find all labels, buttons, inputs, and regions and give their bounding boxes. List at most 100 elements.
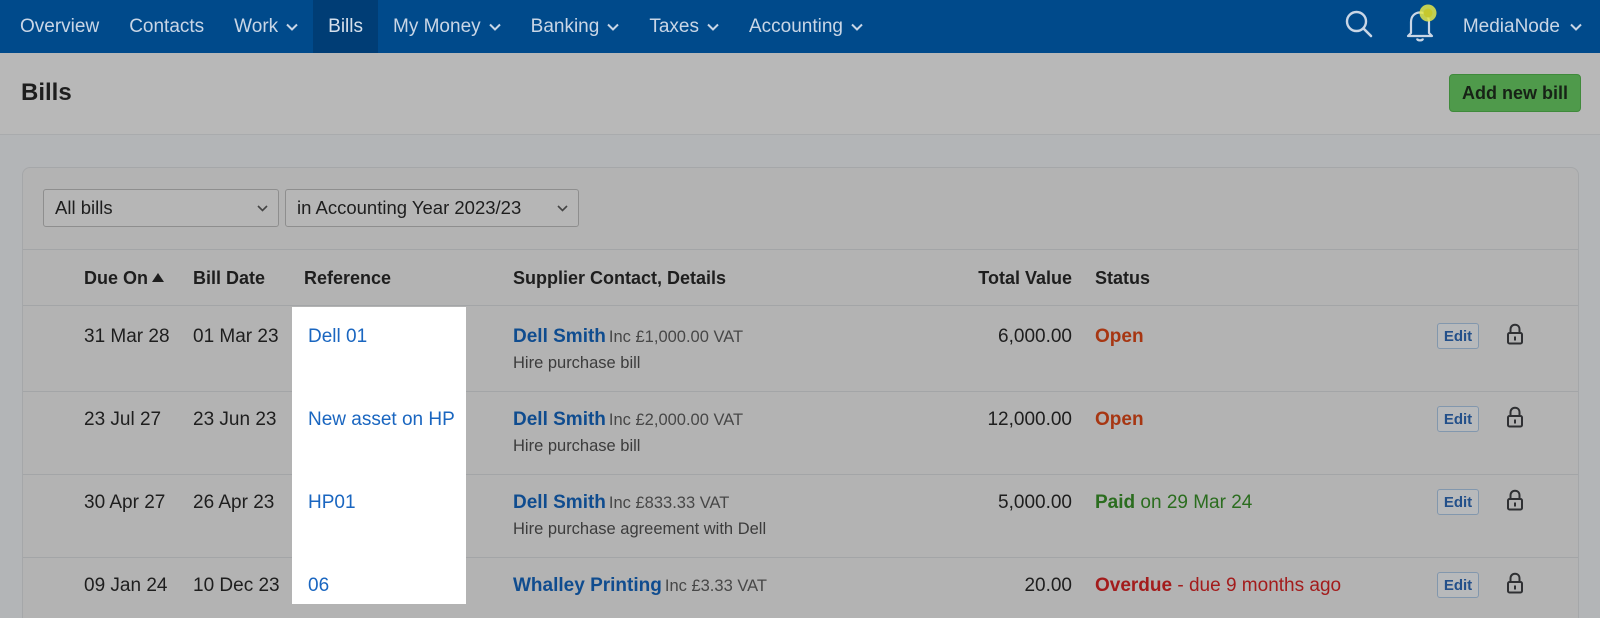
status-label: Open bbox=[1095, 326, 1144, 347]
status: Open bbox=[1095, 409, 1144, 431]
period-value: in Accounting Year 2023/23 bbox=[297, 197, 522, 218]
nav-my-money-label: My Money bbox=[393, 15, 481, 37]
table-header: Due On Bill Date Reference Supplier Cont… bbox=[23, 250, 1578, 306]
supplier: Dell Smith Inc £2,000.00 VAT bbox=[513, 409, 743, 431]
nav-accounting[interactable]: Accounting bbox=[734, 0, 878, 53]
nav-contacts[interactable]: Contacts bbox=[114, 0, 219, 53]
chevron-down-icon bbox=[707, 23, 719, 31]
notifications-button[interactable] bbox=[1401, 4, 1441, 49]
nav-work-label: Work bbox=[234, 15, 279, 37]
reference-cell: 06 bbox=[292, 556, 466, 604]
status: Paid on 29 Mar 24 bbox=[1095, 492, 1252, 514]
reference-cell: New asset on HP bbox=[292, 390, 466, 475]
period-select[interactable]: in Accounting Year 2023/23 bbox=[285, 189, 579, 227]
nav-accounting-label: Accounting bbox=[748, 15, 843, 37]
column-header-reference[interactable]: Reference bbox=[304, 268, 391, 289]
supplier: Whalley Printing Inc £3.33 VAT bbox=[513, 575, 767, 597]
status-label: Paid bbox=[1095, 492, 1136, 513]
nav-my-money[interactable]: My Money bbox=[378, 0, 516, 53]
bill-date: 23 Jun 23 bbox=[193, 409, 277, 430]
nav-taxes[interactable]: Taxes bbox=[634, 0, 734, 53]
nav-work[interactable]: Work bbox=[219, 0, 313, 53]
column-header-supplier[interactable]: Supplier Contact, Details bbox=[513, 268, 726, 289]
supplier-link[interactable]: Whalley Printing bbox=[513, 575, 662, 596]
chevron-down-icon bbox=[1570, 23, 1582, 31]
nav-overview-label: Overview bbox=[20, 15, 100, 37]
status-note: on 29 Mar 24 bbox=[1140, 492, 1253, 513]
bill-details: Hire purchase bill bbox=[513, 437, 641, 455]
reference-link[interactable]: New asset on HP bbox=[308, 409, 455, 431]
status: Open bbox=[1095, 326, 1144, 348]
lock-icon[interactable] bbox=[1506, 406, 1524, 433]
lock-icon[interactable] bbox=[1506, 489, 1524, 516]
due-on: 23 Jul 27 bbox=[84, 409, 162, 430]
lock-icon[interactable] bbox=[1506, 323, 1524, 350]
supplier-link[interactable]: Dell Smith bbox=[513, 326, 606, 347]
lock-icon[interactable] bbox=[1506, 572, 1524, 599]
edit-button[interactable]: Edit bbox=[1437, 323, 1479, 349]
table-row[interactable]: 23 Jul 27 23 Jun 23 New asset on HP Dell… bbox=[23, 390, 1578, 475]
table-row[interactable]: 09 Jan 24 10 Dec 23 06 Whalley Printing I… bbox=[23, 556, 1578, 618]
vat-amount: Inc £833.33 VAT bbox=[608, 494, 730, 512]
vat-amount: Inc £2,000.00 VAT bbox=[608, 411, 744, 429]
chevron-down-icon bbox=[557, 204, 568, 212]
edit-button[interactable]: Edit bbox=[1437, 489, 1479, 515]
total-value: 5,000.00 bbox=[998, 492, 1072, 513]
supplier: Dell Smith Inc £1,000.00 VAT bbox=[513, 326, 743, 348]
bill-details: Hire purchase bill bbox=[513, 354, 641, 372]
total-value: 6,000.00 bbox=[998, 326, 1072, 347]
status-note: - due 9 months ago bbox=[1177, 575, 1342, 596]
edit-button[interactable]: Edit bbox=[1437, 406, 1479, 432]
bill-date: 10 Dec 23 bbox=[193, 575, 280, 596]
edit-button[interactable]: Edit bbox=[1437, 572, 1479, 598]
supplier-link[interactable]: Dell Smith bbox=[513, 492, 606, 513]
total-value: 20.00 bbox=[1024, 575, 1072, 596]
due-on: 31 Mar 28 bbox=[84, 326, 170, 347]
search-button[interactable] bbox=[1339, 7, 1379, 47]
bill-date: 01 Mar 23 bbox=[193, 326, 279, 347]
reference-link[interactable]: Dell 01 bbox=[308, 326, 367, 348]
nav-banking[interactable]: Banking bbox=[516, 0, 635, 53]
filters: All bills in Accounting Year 2023/23 bbox=[43, 189, 579, 227]
add-new-bill-button[interactable]: Add new bill bbox=[1449, 74, 1581, 112]
column-header-status[interactable]: Status bbox=[1095, 268, 1150, 289]
nav-banking-label: Banking bbox=[530, 15, 600, 37]
supplier-link[interactable]: Dell Smith bbox=[513, 409, 606, 430]
bill-type-select[interactable]: All bills bbox=[43, 189, 279, 227]
bill-details: Hire purchase agreement with Dell bbox=[513, 520, 767, 538]
nav-taxes-label: Taxes bbox=[649, 15, 699, 37]
chevron-down-icon bbox=[607, 23, 620, 31]
page-title: Bills bbox=[21, 79, 72, 106]
chevron-down-icon bbox=[851, 23, 863, 31]
due-on: 09 Jan 24 bbox=[84, 575, 168, 596]
nav-overview[interactable]: Overview bbox=[0, 0, 114, 53]
column-header-total[interactable]: Total Value bbox=[978, 268, 1072, 289]
page-header: Bills Add new bill bbox=[0, 53, 1600, 135]
reference-link[interactable]: 06 bbox=[308, 575, 329, 597]
nav-contacts-label: Contacts bbox=[129, 15, 205, 37]
nav-bills-label: Bills bbox=[328, 15, 363, 37]
status-label: Open bbox=[1095, 409, 1144, 430]
column-header-due-on[interactable]: Due On bbox=[84, 268, 165, 289]
reference-cell: HP01 bbox=[292, 473, 466, 558]
bell-icon bbox=[1404, 4, 1438, 49]
due-on-label: Due On bbox=[84, 268, 149, 288]
reference-link[interactable]: HP01 bbox=[308, 492, 356, 514]
bill-type-value: All bills bbox=[55, 197, 113, 218]
table-row[interactable]: 31 Mar 28 01 Mar 23 Dell 01 Dell Smith In… bbox=[23, 307, 1578, 392]
chevron-down-icon bbox=[488, 23, 501, 31]
due-on: 30 Apr 27 bbox=[84, 492, 166, 513]
nav-bills[interactable]: Bills bbox=[313, 0, 378, 53]
column-header-bill-date[interactable]: Bill Date bbox=[193, 268, 265, 289]
bills-card: All bills in Accounting Year 2023/23 Due… bbox=[22, 167, 1579, 618]
reference-cell: Dell 01 bbox=[292, 307, 466, 392]
table-row[interactable]: 30 Apr 27 26 Apr 23 HP01 Dell Smith Inc £… bbox=[23, 473, 1578, 558]
vat-amount: Inc £3.33 VAT bbox=[664, 577, 767, 595]
user-menu[interactable]: MediaNode bbox=[1463, 16, 1600, 38]
top-navigation: Overview Contacts Work Bills My Money Ba… bbox=[0, 0, 1600, 53]
vat-amount: Inc £1,000.00 VAT bbox=[608, 328, 744, 346]
chevron-down-icon bbox=[286, 23, 298, 31]
status-label: Overdue bbox=[1095, 575, 1173, 596]
search-icon bbox=[1344, 9, 1374, 44]
chevron-down-icon bbox=[257, 204, 268, 212]
